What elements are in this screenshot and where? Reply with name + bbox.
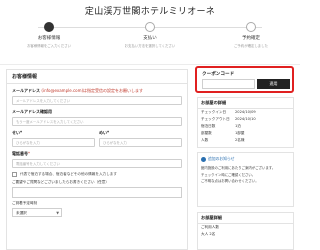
arrival-time-select[interactable]: 未選択 ▼: [12, 208, 62, 217]
notice-line: ご不明な点はお問い合わせください。: [201, 179, 259, 184]
sei-input[interactable]: ひらがなを入力: [12, 138, 95, 147]
room-detail-line: ご利用人数: [201, 225, 219, 229]
step-title: お客様情報: [37, 36, 61, 41]
step-payment: 支払い お支払い方法を選択してください: [107, 21, 193, 48]
notice-panel: 追加のお知らせ 館内施設のご利用にあたりご案内がございます。 チェックイン時にご…: [197, 152, 294, 207]
step-title: 支払い: [143, 36, 157, 41]
step-desc: ご予約が確定しました: [234, 44, 268, 48]
representative-checkbox-row[interactable]: 代表で宿泊する場合、宿泊者などその他の情報を入力します: [7, 172, 187, 177]
email-field-group: メールアドレス (info@example.com)は指定受信の設定をお願いしま…: [7, 88, 187, 105]
booking-steps: お客様情報 お客様情報をご入力ください 支払い お支払い方法を選択してください …: [0, 21, 300, 65]
guest-info-form: お客様情報 メールアドレス (info@example.com)は指定受信の設定…: [6, 69, 188, 250]
notes-label: ご要望やご質問などございましたらお書きください（任意）: [12, 180, 109, 184]
summary-title: お部屋の詳細: [198, 98, 293, 109]
notice-line: チェックイン時にご確認ください。: [201, 172, 256, 177]
room-detail-panel: お部屋詳細 ご利用人数 大人 2名: [197, 212, 294, 250]
phone-field-group: 電話番号* 電話番号を入力してください: [7, 151, 187, 168]
form-title: お客様情報: [7, 70, 187, 84]
booking-summary: お部屋の詳細 チェックイン日 2024/10/09 チェックアウト日 2024/10…: [197, 97, 294, 148]
phone-label: 電話番号*: [12, 151, 30, 156]
step-title: 予約確定: [242, 36, 260, 41]
sei-label: せい*: [12, 130, 23, 135]
summary-row: チェックアウト日 2024/10/10: [201, 117, 256, 121]
name-row: せい* ひらがなを入力 めい* ひらがなを入力: [7, 126, 187, 147]
step-desc: お客様情報をご入力ください: [26, 44, 72, 48]
step-pending-icon: [145, 22, 155, 32]
step-confirmed: 予約確定 ご予約が確定しました: [208, 21, 294, 48]
step-desc: お支払い方法を選択してください: [124, 44, 176, 48]
notice-line: 館内施設のご利用にあたりご案内がございます。: [201, 166, 276, 170]
step-pending-icon: [246, 22, 256, 32]
representative-checkbox-label: 代表で宿泊する場合、宿泊者などその他の情報を入力します: [20, 172, 117, 176]
phone-input[interactable]: 電話番号を入力してください: [12, 159, 182, 168]
hotel-name: 定山渓万世閣ホテルミリオーネ: [84, 7, 216, 17]
arrival-time-value: 未選択: [16, 211, 27, 215]
arrival-time-label: ご到着予定時刻: [12, 201, 38, 205]
notes-textarea[interactable]: [12, 187, 182, 198]
coupon-code-panel: クーポンコード 適用: [195, 66, 294, 93]
email-confirm-input[interactable]: もう一度メールアドレスを入力してください: [12, 117, 182, 126]
summary-row: 宿泊日数 1泊: [201, 124, 241, 128]
room-detail-title: お部屋詳細: [198, 213, 293, 224]
email-confirm-label: メールアドレス確認用: [12, 109, 52, 114]
info-icon: [201, 156, 206, 162]
coupon-apply-button[interactable]: 適用: [257, 79, 290, 89]
coupon-code-label: クーポンコード: [202, 72, 235, 77]
step-guest-info: お客様情報 お客様情報をご入力ください: [6, 21, 92, 48]
step-active-icon: [44, 22, 54, 32]
summary-row: 人数 2名様: [201, 138, 245, 142]
mei-label: めい*: [99, 130, 110, 135]
coupon-code-input[interactable]: [202, 79, 255, 89]
email-confirm-field-group: メールアドレス確認用 もう一度メールアドレスを入力してください: [7, 109, 187, 126]
room-detail-sub: 大人 2名: [201, 232, 216, 236]
email-input[interactable]: メールアドレスを入力してください: [12, 96, 182, 105]
mei-input[interactable]: ひらがなを入力: [99, 138, 182, 147]
summary-row: チェックイン日 2024/10/09: [201, 110, 256, 114]
notice-title[interactable]: 追加のお知らせ: [198, 153, 293, 165]
summary-row: 部屋数 1部屋: [201, 131, 245, 135]
email-label: メールアドレス (info@example.com)は指定受信の設定をお願いしま…: [12, 88, 144, 93]
chevron-down-icon: ▼: [56, 211, 59, 215]
representative-checkbox[interactable]: [12, 172, 17, 177]
